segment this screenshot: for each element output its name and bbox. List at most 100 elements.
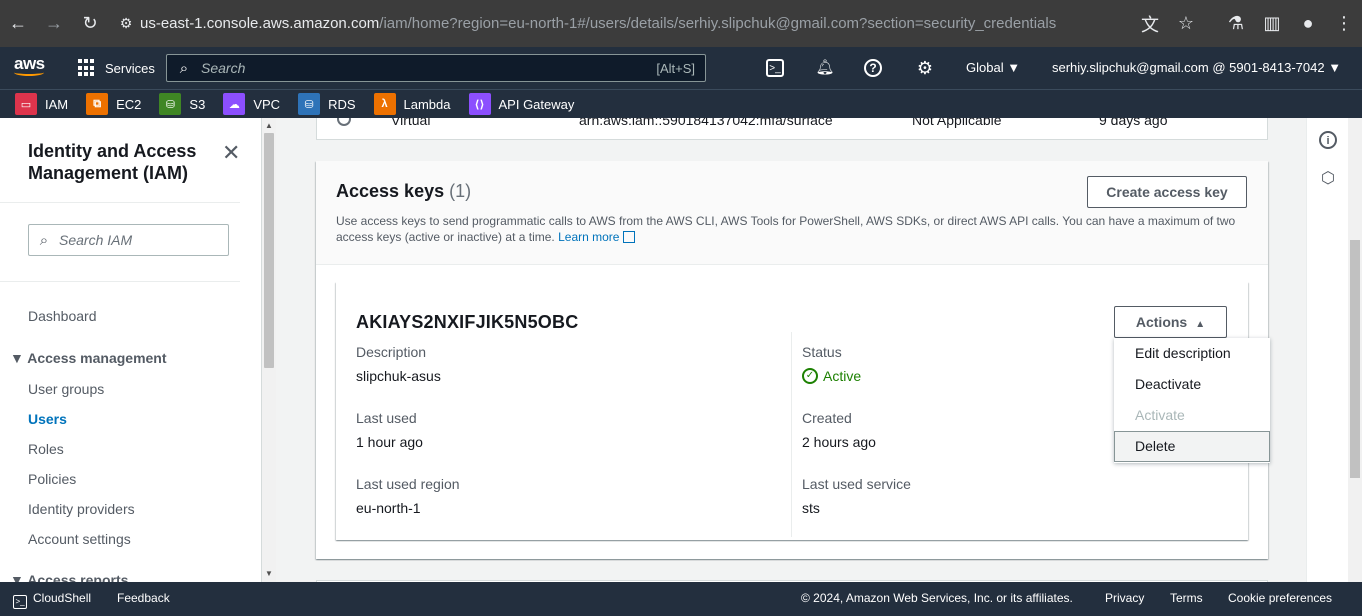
side-panel-icon[interactable]: ▥ [1254,6,1290,42]
favorite-lambda[interactable]: λ Lambda [373,93,451,115]
back-icon[interactable]: ← [0,5,36,41]
sidebar-item-users[interactable]: Users [28,411,67,427]
favorite-label: API Gateway [498,96,575,112]
search-iam-input[interactable]: ⌕ Search IAM [28,224,229,256]
side-nav-title[interactable]: Identity and Access Management (IAM) [28,140,218,184]
labs-flask-icon[interactable]: ⚗ [1218,6,1254,42]
favorite-label: IAM [45,96,69,112]
sidebar-item-account-settings[interactable]: Account settings [28,531,131,547]
external-link-icon [623,231,636,243]
address-bar[interactable]: ⚙ us-east-1.console.aws.amazon.com/iam/h… [112,5,1212,41]
access-keys-title: Access keys [336,181,445,201]
favorite-api-gateway[interactable]: ⟨⟩ API Gateway [468,93,575,115]
favorite-label: EC2 [116,96,142,112]
api-gateway-service-icon: ⟨⟩ [468,93,491,115]
region-label: Global [966,60,1004,75]
bookmark-star-icon[interactable]: ☆ [1168,6,1204,42]
last-used-service-label: Last used service [802,476,911,492]
s3-service-icon: ⛁ [159,93,182,115]
learn-more-link[interactable]: Learn more [558,230,636,244]
settings-gear-icon[interactable]: ⚙ [914,57,936,79]
caret-down-icon: ▼ [10,350,24,366]
favorite-vpc[interactable]: ☁ VPC [223,93,280,115]
description-text: Use access keys to send programmatic cal… [336,214,1236,244]
scroll-down-icon[interactable]: ▼ [265,569,273,578]
profile-icon[interactable]: ● [1290,6,1326,42]
sidebar-item-identity-providers[interactable]: Identity providers [28,501,135,517]
mfa-status: Not Applicable [912,118,1002,128]
page-scrollbar[interactable] [1348,118,1362,582]
menu-item-deactivate[interactable]: Deactivate [1114,369,1270,400]
favorite-label: VPC [253,96,281,112]
search-shortcut-hint: [Alt+S] [656,60,695,76]
rds-service-icon: ⛁ [298,93,321,115]
sidebar-group-access-reports[interactable]: ▼ Access reports [10,572,128,582]
cookie-preferences-link[interactable]: Cookie preferences [1228,582,1332,614]
right-tools-rail: i ⬡ [1306,118,1348,582]
favorite-label: RDS [328,96,356,112]
status-label: Status [802,344,842,360]
side-nav-scrollbar[interactable]: ▲ ▼ [262,118,276,582]
caret-up-icon: ▲ [1195,319,1206,330]
console-search-input[interactable]: ⌕ Search [Alt+S] [166,54,706,82]
favorite-iam[interactable]: ▭ IAM [15,93,68,115]
services-menu-button[interactable]: Services [78,47,155,89]
panel-description: Use access keys to send programmatic cal… [336,213,1256,245]
search-iam-placeholder: Search IAM [59,232,133,248]
last-used-service-value: sts [802,500,820,516]
menu-item-edit-description[interactable]: Edit description [1114,338,1270,369]
description-label: Description [356,344,427,360]
menu-item-delete[interactable]: Delete [1114,431,1270,462]
mfa-type: Virtual [391,118,431,128]
account-label: serhiy.slipchuk@gmail.com @ 5901-8413-70… [1052,60,1325,75]
sidebar-item-policies[interactable]: Policies [28,471,76,487]
actions-label: Actions [1135,314,1188,330]
search-icon: ⌕ [179,59,189,77]
favorite-label: Lambda [403,96,451,112]
console-footer: >_ CloudShell Feedback © 2024, Amazon Web… [0,582,1362,616]
create-access-key-button[interactable]: Create access key [1087,176,1247,208]
hexagon-tools-icon[interactable]: ⬡ [1319,171,1337,189]
iam-side-navigation: Identity and Access Management (IAM) ✕ ⌕… [0,118,262,582]
close-icon[interactable]: ✕ [222,140,240,166]
search-icon: ⌕ [39,231,49,249]
url-text: us-east-1.console.aws.amazon.com/iam/hom… [140,15,1056,32]
url-host: us-east-1.console.aws.amazon.com [140,14,380,32]
group-label: Access reports [27,572,129,582]
cloudshell-label: CloudShell [33,591,92,605]
last-used-label: Last used [356,410,417,426]
row-radio-button[interactable] [337,118,351,126]
privacy-link[interactable]: Privacy [1105,582,1144,614]
last-used-value: 1 hour ago [356,434,423,450]
account-menu[interactable]: serhiy.slipchuk@gmail.com @ 5901-8413-70… [1052,47,1341,89]
browser-menu-icon[interactable]: ⋮ [1326,6,1362,42]
cloudshell-footer-button[interactable]: >_ CloudShell [13,582,91,614]
cloudshell-icon[interactable]: >_ [766,59,784,77]
scrollbar-thumb[interactable] [264,133,274,368]
favorite-ec2[interactable]: ⧉ EC2 [86,93,141,115]
forward-icon[interactable]: → [36,5,72,41]
favorite-label: S3 [189,96,206,112]
actions-button[interactable]: Actions ▲ [1114,306,1227,338]
scroll-up-icon[interactable]: ▲ [265,121,273,130]
translate-icon[interactable]: 文 [1132,6,1168,42]
sidebar-group-access-management[interactable]: ▼ Access management [10,350,167,366]
description-value: slipchuk-asus [356,368,441,384]
terms-link[interactable]: Terms [1170,582,1203,614]
notifications-bell-icon[interactable]: 🔔︎ [814,57,836,79]
sidebar-item-user-groups[interactable]: User groups [28,381,104,397]
reload-icon[interactable]: ↻ [72,5,108,41]
sidebar-item-roles[interactable]: Roles [28,441,64,457]
info-icon[interactable]: i [1319,131,1337,149]
region-selector[interactable]: Global ▼ [966,47,1020,89]
help-icon[interactable]: ? [864,59,882,77]
site-info-icon[interactable]: ⚙ [112,15,140,32]
url-path: /iam/home?region=eu-north-1#/users/detai… [379,14,1057,32]
favorite-rds[interactable]: ⛁ RDS [298,93,356,115]
sidebar-item-dashboard[interactable]: Dashboard [28,308,97,324]
feedback-link[interactable]: Feedback [117,582,170,614]
favorite-s3[interactable]: ⛁ S3 [159,93,205,115]
scrollbar-thumb[interactable] [1350,240,1360,478]
aws-logo[interactable]: aws [14,55,48,81]
status-badge: ✓ Active [802,368,861,384]
